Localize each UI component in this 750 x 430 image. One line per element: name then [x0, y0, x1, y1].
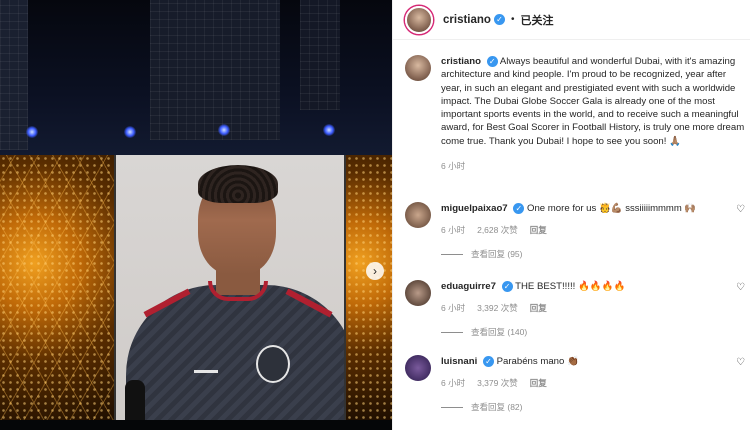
reply-button[interactable]: 回复	[530, 302, 547, 314]
side-led-screen-right	[346, 155, 392, 425]
commenter-avatar[interactable]	[405, 355, 431, 381]
comment-meta: 6 小时 2,628 次赞 回复	[441, 224, 731, 236]
next-image-button[interactable]: ›	[366, 262, 384, 280]
divider-line	[441, 331, 463, 333]
comment-line: miguelpaixao7 ✓ One more for us 🫅💪🏽 sssi…	[441, 202, 731, 215]
heart-outline-icon[interactable]: ♡	[736, 282, 745, 293]
caption-timestamp[interactable]: 6 小时	[441, 160, 745, 173]
reply-button[interactable]: 回复	[530, 377, 547, 389]
comment-likes[interactable]: 2,628 次赞	[477, 224, 518, 236]
video-screen-portrait	[114, 155, 346, 425]
building-center	[150, 0, 280, 140]
comment-meta: 6 小时 3,392 次赞 回复	[441, 302, 731, 314]
caption-username[interactable]: cristiano	[441, 56, 481, 67]
commenter-avatar[interactable]	[405, 280, 431, 306]
verified-badge-icon: ✓	[482, 355, 494, 367]
verified-badge-icon: ✓	[501, 280, 513, 292]
verified-badge-icon: ✓	[513, 202, 525, 214]
stage-light	[218, 124, 230, 136]
verified-badge-icon: ✓	[486, 55, 498, 67]
comment-likes[interactable]: 3,379 次赞	[477, 377, 518, 389]
view-replies-label: 查看回复 (82)	[471, 402, 523, 412]
building-left	[0, 0, 28, 150]
comment-username[interactable]: miguelpaixao7	[441, 203, 508, 214]
comment-likes[interactable]: 3,392 次赞	[477, 302, 518, 314]
commenter-avatar[interactable]	[405, 202, 431, 228]
comment-emoji: 🫅💪🏽 sssiiiiimmmm 🙌🏽	[599, 203, 697, 214]
view-replies-button[interactable]: 查看回复 (95)	[441, 248, 731, 260]
comment-emoji: 👏🏾	[567, 356, 579, 367]
following-button[interactable]: 已关注	[520, 12, 553, 28]
view-replies-button[interactable]: 查看回复 (82)	[441, 401, 731, 413]
divider-line	[441, 253, 463, 255]
comment-text: One more for us	[527, 203, 597, 214]
club-crest	[256, 345, 290, 383]
comment-emoji: 🔥🔥🔥🔥	[578, 281, 626, 292]
brand-logo	[194, 355, 218, 373]
author-avatar[interactable]	[405, 5, 433, 34]
comment-item: luisnani ✓ Parabéns mano 👏🏾 6 小时 3,379 次…	[405, 355, 745, 413]
side-led-screen-left	[0, 155, 114, 425]
author-username[interactable]: cristiano	[443, 14, 491, 26]
comment-item: eduaguirre7 ✓ THE BEST!!!!! 🔥🔥🔥🔥 6 小时 3,…	[405, 280, 745, 338]
caption-body: cristiano ✓ Always beautiful and wonderf…	[441, 55, 745, 173]
stage-light	[26, 126, 38, 138]
comment-time[interactable]: 6 小时	[441, 302, 465, 314]
stage-light	[124, 126, 136, 138]
view-replies-button[interactable]: 查看回复 (140)	[441, 326, 731, 338]
heart-outline-icon[interactable]: ♡	[736, 357, 745, 368]
stage-light	[323, 124, 335, 136]
comment-time[interactable]: 6 小时	[441, 377, 465, 389]
reply-button[interactable]: 回复	[530, 224, 547, 236]
post-sidebar: cristiano ✓ • 已关注 cristiano ✓ Always bea…	[392, 0, 750, 430]
hair	[198, 165, 278, 203]
comment-time[interactable]: 6 小时	[441, 224, 465, 236]
comment-item: miguelpaixao7 ✓ One more for us 🫅💪🏽 sssi…	[405, 202, 745, 260]
comment-username[interactable]: eduaguirre7	[441, 281, 496, 292]
comment-line: eduaguirre7 ✓ THE BEST!!!!! 🔥🔥🔥🔥	[441, 280, 731, 293]
verified-badge-icon: ✓	[493, 14, 505, 25]
post-media[interactable]: ›	[0, 0, 392, 430]
comment-meta: 6 小时 3,379 次赞 回复	[441, 377, 731, 389]
comment-username[interactable]: luisnani	[441, 356, 477, 367]
heart-outline-icon[interactable]: ♡	[736, 204, 745, 215]
caption-emoji: 🙏🏽	[669, 135, 681, 147]
separator-dot: •	[510, 14, 515, 25]
comment-text: THE BEST!!!!!	[515, 281, 576, 292]
view-replies-label: 查看回复 (95)	[471, 249, 523, 259]
comment-text: Parabéns mano	[496, 356, 565, 367]
caption-text: Always beautiful and wonderful Dubai, wi…	[441, 56, 745, 147]
comment-line: luisnani ✓ Parabéns mano 👏🏾	[441, 355, 731, 368]
post-header: cristiano ✓ • 已关注	[393, 0, 750, 40]
post-caption: cristiano ✓ Always beautiful and wonderf…	[405, 55, 745, 173]
stage-floor	[0, 420, 392, 430]
view-replies-label: 查看回复 (140)	[471, 327, 528, 337]
caption-avatar[interactable]	[405, 55, 431, 81]
building-right	[300, 0, 340, 110]
divider-line	[441, 406, 463, 408]
chevron-right-icon: ›	[373, 264, 377, 278]
